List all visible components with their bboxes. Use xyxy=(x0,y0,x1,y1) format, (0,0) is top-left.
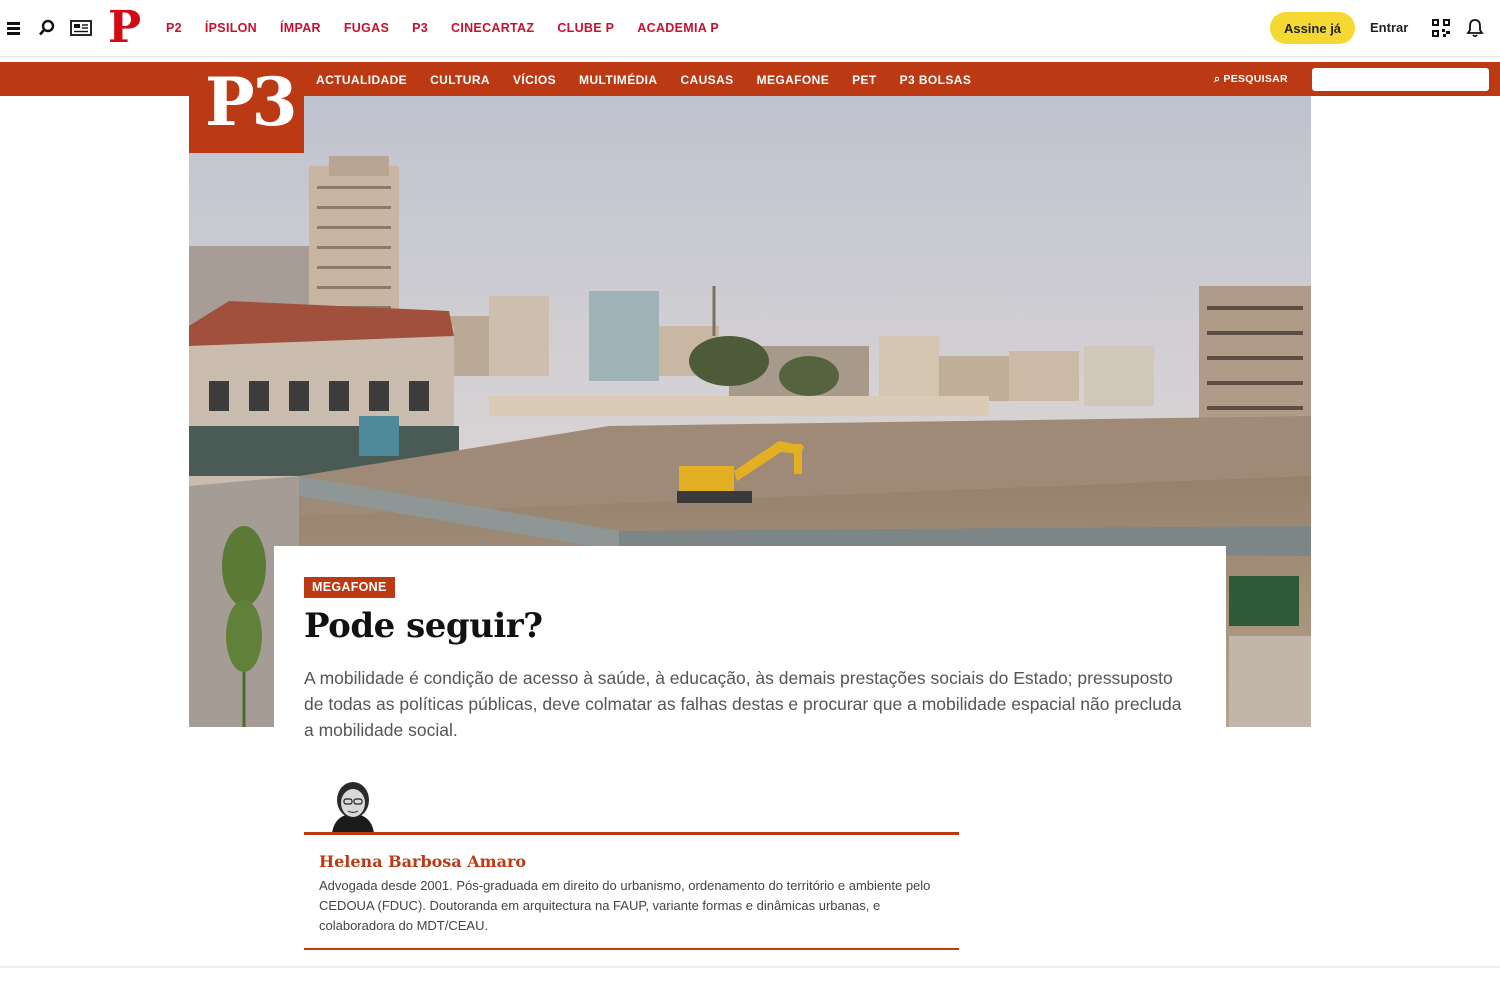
p3-search-input[interactable] xyxy=(1312,68,1489,91)
p3-nav-item[interactable]: ACTUALIDADE xyxy=(316,73,407,87)
top-nav-item[interactable]: CINECARTAZ xyxy=(451,21,534,35)
article-title: Pode seguir? xyxy=(304,606,543,646)
top-nav-item[interactable]: CLUBE P xyxy=(557,21,614,35)
top-nav-item[interactable]: P3 xyxy=(412,21,428,35)
top-nav-item[interactable]: FUGAS xyxy=(344,21,389,35)
p3-logo[interactable]: P3 xyxy=(205,63,298,141)
login-button[interactable]: Entrar xyxy=(1370,20,1408,35)
top-header: P P2 ÍPSILON ÍMPAR FUGAS P3 CINECARTAZ C… xyxy=(0,0,1500,57)
p3-nav-item[interactable]: VÍCIOS xyxy=(513,73,556,87)
page-divider xyxy=(0,966,1500,968)
p3-nav-item[interactable]: CULTURA xyxy=(430,73,490,87)
article-lead: A mobilidade é condição de acesso à saúd… xyxy=(304,668,1182,740)
top-nav-item[interactable]: ÍPSILON xyxy=(205,21,257,35)
top-nav-item[interactable]: P2 xyxy=(166,21,182,35)
p3-search-label[interactable]: ⌕ PESQUISAR xyxy=(1214,73,1288,86)
top-nav-item[interactable]: ÍMPAR xyxy=(280,21,321,35)
subscribe-button[interactable]: Assine já xyxy=(1270,12,1355,44)
author-divider xyxy=(304,832,959,835)
top-nav-item[interactable]: ACADEMIA P xyxy=(637,21,719,35)
search-icon[interactable] xyxy=(35,16,59,40)
p3-nav: ACTUALIDADE CULTURA VÍCIOS MULTIMÉDIA CA… xyxy=(316,73,971,87)
author-bio: Advogada desde 2001. Pós-graduada em dir… xyxy=(319,878,931,933)
p3-nav-item[interactable]: PET xyxy=(852,73,877,87)
p3-nav-item[interactable]: CAUSAS xyxy=(680,73,733,87)
qr-code-icon[interactable] xyxy=(1429,16,1453,40)
author-avatar[interactable] xyxy=(318,776,388,833)
p3-logo-text: P3 xyxy=(205,63,298,141)
p3-nav-item[interactable]: MEGAFONE xyxy=(757,73,830,87)
newspaper-icon[interactable] xyxy=(70,16,92,40)
menu-icon[interactable] xyxy=(4,16,28,40)
p3-nav-item[interactable]: P3 BOLSAS xyxy=(900,73,972,87)
bell-icon[interactable] xyxy=(1463,16,1487,40)
author-name[interactable]: Helena Barbosa Amaro xyxy=(319,852,526,871)
p3-nav-item[interactable]: MULTIMÉDIA xyxy=(579,73,657,87)
section-tag[interactable]: MEGAFONE xyxy=(304,577,395,598)
top-nav: P2 ÍPSILON ÍMPAR FUGAS P3 CINECARTAZ CLU… xyxy=(166,21,719,35)
publico-logo[interactable]: P xyxy=(108,6,141,50)
author-divider-bottom xyxy=(304,948,959,950)
